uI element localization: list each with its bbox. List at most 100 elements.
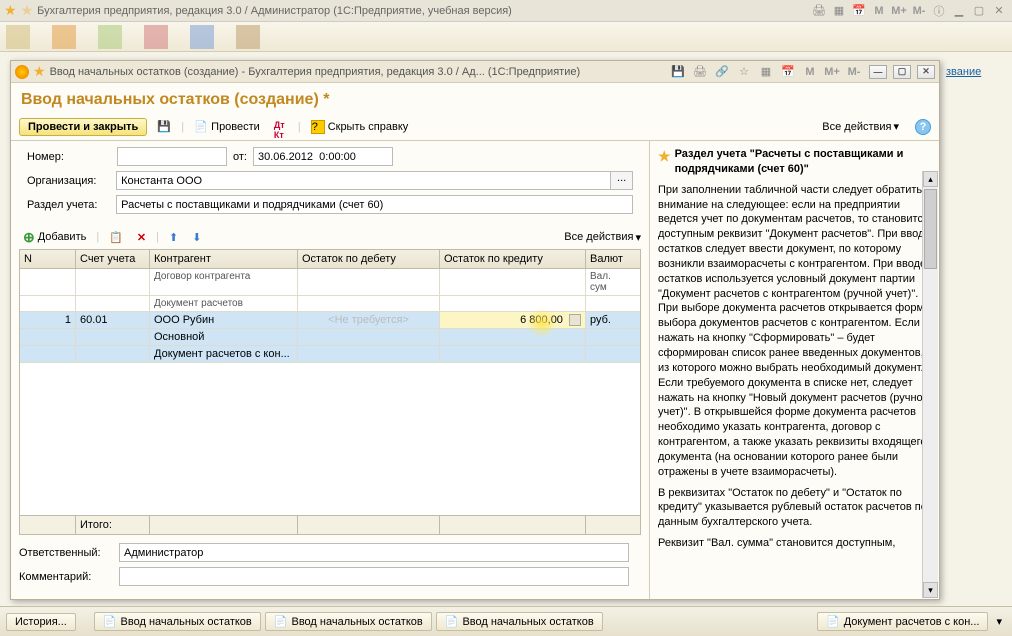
table-subrow[interactable]: Документ расчетов с кон... bbox=[20, 346, 640, 363]
info-icon[interactable]: ⓘ bbox=[930, 3, 948, 19]
m-minus-button[interactable]: M- bbox=[910, 3, 928, 19]
taskbar-tab[interactable]: 📄Документ расчетов с кон... bbox=[817, 612, 988, 631]
comment-input[interactable] bbox=[119, 567, 629, 586]
copy-row-button[interactable]: 📋 bbox=[105, 229, 127, 246]
m-minus-button[interactable]: M- bbox=[845, 64, 863, 80]
subcol-contract: Договор контрагента bbox=[150, 269, 298, 295]
m-button[interactable]: M bbox=[870, 3, 888, 19]
delete-row-button[interactable]: ✕ bbox=[133, 229, 150, 246]
star-icon: ★ bbox=[21, 2, 34, 19]
move-down-button[interactable]: ⬇ bbox=[188, 229, 205, 246]
star-icon[interactable]: ★ bbox=[33, 63, 46, 80]
m-plus-button[interactable]: M+ bbox=[890, 3, 908, 19]
min-icon[interactable]: ▁ bbox=[950, 3, 968, 19]
tool-icon[interactable] bbox=[6, 25, 30, 49]
chevron-down-icon: ▾ bbox=[635, 231, 641, 244]
responsible-input[interactable] bbox=[119, 543, 629, 562]
col-debit[interactable]: Остаток по дебету bbox=[298, 250, 440, 268]
star-outline-icon[interactable]: ☆ bbox=[735, 64, 753, 80]
date-input[interactable] bbox=[253, 147, 393, 166]
col-counterparty[interactable]: Контрагент bbox=[150, 250, 298, 268]
tool-icon[interactable] bbox=[236, 25, 260, 49]
col-account[interactable]: Счет учета bbox=[76, 250, 150, 268]
star-icon: ★ bbox=[4, 2, 17, 19]
taskbar: История... 📄Ввод начальных остатков 📄Вво… bbox=[0, 606, 1012, 636]
calc-icon[interactable]: 📅 bbox=[850, 3, 868, 19]
section-input[interactable] bbox=[116, 195, 633, 214]
plus-icon: ⊕ bbox=[23, 229, 35, 246]
grid-footer: Итого: bbox=[20, 515, 640, 534]
move-up-button[interactable]: ⬆ bbox=[165, 229, 182, 246]
col-n[interactable]: N bbox=[20, 250, 76, 268]
max-icon[interactable]: ▢ bbox=[970, 3, 988, 19]
org-select-button[interactable]: ... bbox=[611, 171, 633, 190]
scroll-down-button[interactable]: ▾ bbox=[923, 582, 938, 598]
help-paragraph: При заполнении табличной части следует о… bbox=[658, 183, 931, 480]
tool-icon[interactable] bbox=[144, 25, 168, 49]
help-icon[interactable]: ? bbox=[915, 119, 931, 135]
all-actions-button[interactable]: Все действия▾ bbox=[822, 120, 899, 133]
grid-icon[interactable]: ▦ bbox=[830, 3, 848, 19]
scroll-up-button[interactable]: ▴ bbox=[923, 171, 938, 187]
grid-empty-area[interactable] bbox=[20, 363, 640, 515]
hide-help-button[interactable]: ?Скрыть справку bbox=[307, 118, 413, 136]
chevron-down-icon[interactable]: ▾ bbox=[996, 615, 1002, 628]
window-maximize-button[interactable]: ▢ bbox=[893, 65, 911, 79]
print-icon[interactable]: 🖨 bbox=[810, 3, 828, 19]
close-icon[interactable]: ✕ bbox=[990, 3, 1008, 19]
grid-toolbar: ⊕Добавить | 📋 ✕ | ⬆ ⬇ Все действия▾ bbox=[19, 225, 641, 249]
print-icon[interactable]: 🖨 bbox=[691, 64, 709, 80]
dk-button[interactable]: ДтКт bbox=[270, 118, 292, 136]
m-button[interactable]: M bbox=[801, 64, 819, 80]
grid-all-actions-button[interactable]: Все действия▾ bbox=[564, 231, 641, 244]
tool-icon[interactable] bbox=[52, 25, 76, 49]
cell-credit[interactable]: 6 800,00 bbox=[440, 312, 586, 328]
post-and-close-button[interactable]: Провести и закрыть bbox=[19, 118, 147, 136]
org-input[interactable] bbox=[116, 171, 611, 190]
document-window: ★ Ввод начальных остатков (создание) - Б… bbox=[10, 60, 940, 600]
cell-debit[interactable]: <Не требуется> bbox=[298, 312, 440, 328]
grid-icon[interactable]: ▦ bbox=[757, 64, 775, 80]
col-credit[interactable]: Остаток по кредиту bbox=[440, 250, 586, 268]
data-grid[interactable]: N Счет учета Контрагент Остаток по дебет… bbox=[19, 249, 641, 535]
cell-currency[interactable]: руб. bbox=[586, 312, 634, 328]
cell-contract[interactable]: Основной bbox=[150, 329, 298, 345]
side-link[interactable]: звание bbox=[942, 60, 1012, 84]
add-label: Добавить bbox=[38, 231, 87, 243]
add-row-button[interactable]: ⊕Добавить bbox=[19, 227, 90, 248]
calculator-icon[interactable] bbox=[569, 314, 581, 326]
col-currency[interactable]: Валют bbox=[586, 250, 634, 268]
taskbar-tab[interactable]: 📄Ввод начальных остатков bbox=[265, 612, 432, 631]
history-button[interactable]: История... bbox=[6, 613, 76, 631]
date-icon[interactable]: 📅 bbox=[779, 64, 797, 80]
window-close-button[interactable]: ✕ bbox=[917, 65, 935, 79]
all-actions-label: Все действия bbox=[822, 121, 891, 133]
post-label: Провести bbox=[211, 121, 260, 133]
tool-icon[interactable] bbox=[98, 25, 122, 49]
cell-n[interactable]: 1 bbox=[20, 312, 76, 328]
taskbar-tab[interactable]: 📄Ввод начальных остатков bbox=[94, 612, 261, 631]
window-minimize-button[interactable]: — bbox=[869, 65, 887, 79]
help-body: При заполнении табличной части следует о… bbox=[658, 183, 931, 551]
delete-icon: ✕ bbox=[137, 231, 146, 244]
scroll-thumb[interactable] bbox=[924, 189, 937, 269]
save-icon[interactable]: 💾 bbox=[669, 64, 687, 80]
taskbar-tab[interactable]: 📄Ввод начальных остатков bbox=[436, 612, 603, 631]
m-plus-button[interactable]: M+ bbox=[823, 64, 841, 80]
save-button[interactable]: 💾 bbox=[153, 118, 175, 136]
cell-counterparty[interactable]: ООО Рубин bbox=[150, 312, 298, 328]
number-input[interactable] bbox=[117, 147, 227, 166]
cell-doc[interactable]: Документ расчетов с кон... bbox=[150, 346, 298, 362]
table-row[interactable]: 1 60.01 ООО Рубин <Не требуется> 6 800,0… bbox=[20, 312, 640, 329]
link-icon[interactable]: 🔗 bbox=[713, 64, 731, 80]
dk-icon: ДтКт bbox=[274, 120, 288, 134]
vertical-scrollbar[interactable]: ▴ ▾ bbox=[922, 171, 938, 598]
outer-title-text: Бухгалтерия предприятия, редакция 3.0 / … bbox=[37, 5, 806, 17]
tool-icon[interactable] bbox=[190, 25, 214, 49]
inner-title-text: Ввод начальных остатков (создание) - Бух… bbox=[50, 66, 665, 78]
table-subrow[interactable]: Основной bbox=[20, 329, 640, 346]
cell-account[interactable]: 60.01 bbox=[76, 312, 150, 328]
post-button[interactable]: 📄Провести bbox=[190, 118, 264, 136]
star-icon: ★ bbox=[658, 147, 671, 166]
from-label: от: bbox=[233, 151, 247, 163]
